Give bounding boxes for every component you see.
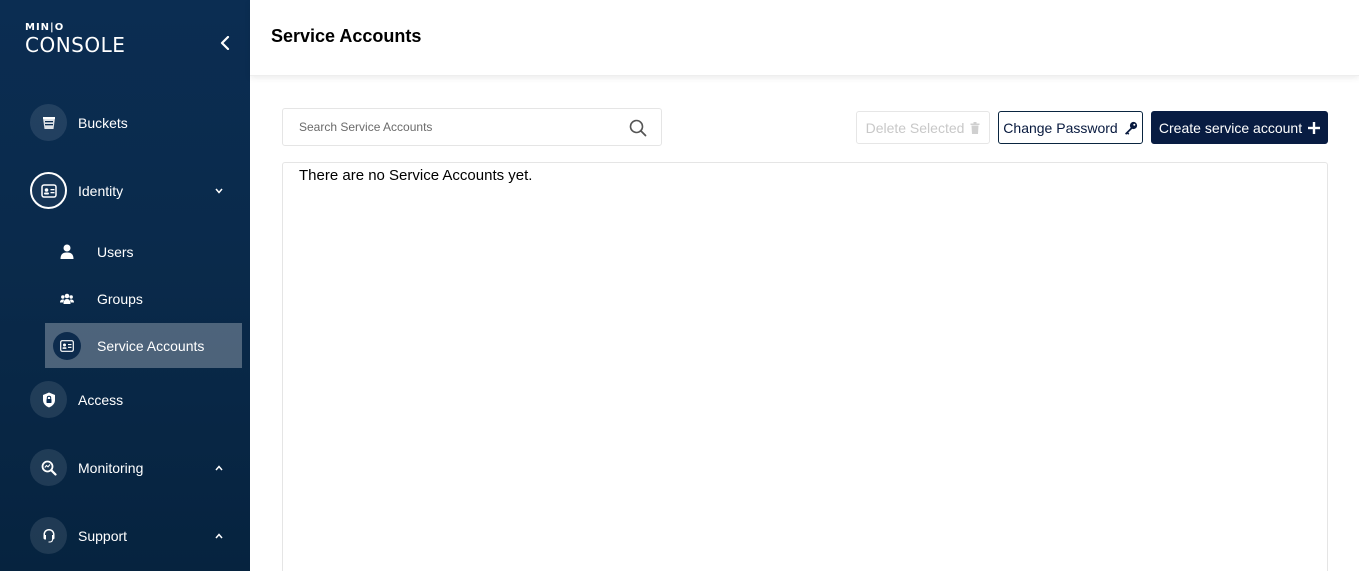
headset-icon [30,517,67,554]
sidebar-item-groups[interactable]: Groups [45,276,242,321]
create-service-account-button[interactable]: Create service account [1151,111,1328,144]
chevron-up-icon[interactable] [212,529,226,543]
users-group-icon [59,291,75,307]
delete-selected-label: Delete Selected [865,119,965,136]
collapse-sidebar-button[interactable] [212,30,238,56]
chevron-down-icon[interactable] [212,184,226,198]
chevron-up-icon[interactable] [212,461,226,475]
page-title: Service Accounts [271,26,422,46]
sidebar-item-label: Groups [97,290,143,307]
sidebar-item-access[interactable]: Access [0,381,250,418]
empty-state-message: There are no Service Accounts yet. [299,167,533,184]
sidebar-item-label: Identity [78,183,124,199]
logo-bottom-text: CONSOLE [25,33,126,57]
sidebar-item-label: Access [78,392,124,408]
shield-lock-icon [30,381,67,418]
sidebar-item-label: Monitoring [78,460,144,476]
sidebar-item-monitoring[interactable]: Monitoring [0,449,250,486]
user-icon [59,244,75,260]
search-icon[interactable] [629,119,647,137]
sidebar-item-support[interactable]: Support [0,517,250,554]
page-header: Service Accounts [250,0,1359,76]
sidebar-item-label: Buckets [78,115,128,131]
delete-selected-button[interactable]: Delete Selected [856,111,990,144]
search-field[interactable] [282,108,662,146]
sidebar-item-label: Users [97,243,134,260]
identity-card-icon [30,172,67,209]
sidebar: MIN|O CONSOLE Buckets Identity Users Gro… [0,0,250,571]
change-password-button[interactable]: Change Password [998,111,1143,144]
service-accounts-list: There are no Service Accounts yet. [282,162,1328,571]
bucket-icon [30,104,67,141]
create-service-account-label: Create service account [1158,119,1303,136]
minio-console-logo[interactable]: MIN|O CONSOLE [25,22,125,56]
sidebar-item-buckets[interactable]: Buckets [0,104,250,141]
sidebar-item-users[interactable]: Users [45,229,242,274]
trash-icon [970,121,980,134]
sidebar-item-service-accounts[interactable]: Service Accounts [45,323,242,368]
magnifier-chart-icon [30,449,67,486]
sidebar-item-label: Support [78,528,128,544]
search-input[interactable] [283,109,623,145]
sidebar-item-label: Service Accounts [97,337,205,354]
service-account-icon [53,331,81,360]
key-icon [1124,121,1137,135]
chevron-left-icon [220,36,230,50]
change-password-label: Change Password [1003,119,1118,136]
plus-icon [1308,121,1321,134]
sidebar-item-identity[interactable]: Identity [0,172,250,209]
